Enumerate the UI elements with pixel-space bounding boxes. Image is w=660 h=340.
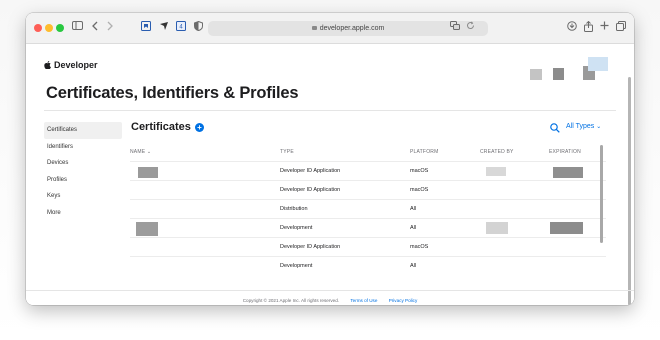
table-row[interactable]: Development All — [130, 218, 606, 237]
title-divider — [44, 110, 616, 111]
sidebar-item-identifiers[interactable]: Identifiers — [44, 139, 122, 156]
browser-window: 4 developer.apple.com Developer Certific… — [26, 13, 634, 305]
cell-type: Development — [280, 263, 313, 269]
lock-icon — [311, 26, 317, 30]
section-title: Certificates — [131, 121, 191, 133]
type-filter-label: All Types — [566, 123, 595, 130]
privacy-icon[interactable] — [191, 21, 205, 35]
cell-type: Developer ID Application — [280, 187, 341, 193]
redacted-region — [588, 57, 608, 71]
cell-platform: macOS — [410, 187, 429, 193]
page-scrollbar[interactable] — [628, 77, 631, 305]
sidebar-item-keys[interactable]: Keys — [44, 188, 122, 205]
type-filter-dropdown[interactable]: All Types ⌄ — [566, 123, 601, 130]
minimize-window-button[interactable] — [45, 24, 53, 32]
column-header-platform[interactable]: PLATFORM — [410, 149, 438, 155]
apple-logo-icon — [44, 61, 51, 69]
sidebar-item-profiles[interactable]: Profiles — [44, 172, 122, 189]
table-row[interactable]: Developer ID Application macOS — [130, 161, 606, 180]
column-header-expiration[interactable]: EXPIRATION — [549, 149, 581, 155]
footer-divider — [26, 290, 634, 291]
screenshot-stage: 4 developer.apple.com Developer Certific… — [0, 0, 660, 340]
terms-of-use-link[interactable]: Terms of Use — [350, 298, 377, 303]
cell-platform: All — [410, 206, 417, 212]
web-page: Developer Certificates, Identifiers & Pr… — [26, 44, 634, 305]
close-window-button[interactable] — [34, 24, 42, 32]
redacted-creator — [486, 167, 506, 176]
new-tab-icon[interactable] — [597, 21, 611, 35]
forward-icon[interactable] — [103, 21, 117, 35]
search-icon[interactable] — [550, 123, 560, 133]
zoom-window-button[interactable] — [56, 24, 64, 32]
share-icon[interactable] — [581, 21, 595, 35]
reader-icon[interactable]: 4 — [174, 21, 188, 35]
redacted-region — [530, 69, 542, 80]
developer-brand-label: Developer — [54, 60, 98, 70]
table-row[interactable]: Development All — [130, 256, 606, 275]
cell-platform: All — [410, 225, 417, 231]
cell-type: Developer ID Application — [280, 168, 341, 174]
table-row[interactable]: Distribution All — [130, 199, 606, 218]
page-title: Certificates, Identifiers & Profiles — [46, 84, 299, 102]
table-scrollbar[interactable] — [600, 145, 603, 243]
column-header-name[interactable]: NAME ⌄ — [130, 149, 151, 155]
developer-header[interactable]: Developer — [44, 60, 98, 70]
privacy-policy-link[interactable]: Privacy Policy — [389, 298, 418, 303]
copyright-text: Copyright © 2021 Apple Inc. All rights r… — [242, 298, 340, 303]
bookmark-icon[interactable] — [139, 21, 153, 35]
cell-platform: All — [410, 263, 417, 269]
sidebar-item-devices[interactable]: Devices — [44, 155, 122, 172]
redacted-expiration — [550, 222, 583, 234]
page-footer: Copyright © 2021 Apple Inc. All rights r… — [26, 298, 634, 303]
address-bar[interactable]: developer.apple.com — [208, 21, 488, 36]
sidebar-nav: Certificates Identifiers Devices Profile… — [44, 122, 122, 221]
add-certificate-button[interactable]: + — [195, 123, 204, 132]
cell-type: Developer ID Application — [280, 244, 341, 250]
chevron-down-icon: ⌄ — [596, 124, 602, 130]
table-row[interactable]: Developer ID Application macOS — [130, 180, 606, 199]
cell-platform: macOS — [410, 168, 429, 174]
cell-platform: macOS — [410, 244, 429, 250]
redacted-region — [553, 68, 564, 80]
address-text: developer.apple.com — [319, 25, 385, 32]
cell-type: Distribution — [280, 206, 308, 212]
browser-toolbar: 4 developer.apple.com — [26, 13, 634, 44]
reload-icon[interactable] — [463, 21, 477, 35]
cell-type: Development — [280, 225, 313, 231]
download-icon[interactable] — [565, 21, 579, 35]
sort-arrow-icon: ⌄ — [146, 149, 152, 155]
tabs-icon[interactable] — [614, 21, 628, 35]
redacted-name — [138, 167, 158, 178]
table-row[interactable]: Developer ID Application macOS — [130, 237, 606, 256]
column-header-type[interactable]: TYPE — [280, 149, 294, 155]
back-icon[interactable] — [88, 21, 102, 35]
redacted-creator — [486, 222, 508, 234]
translate-icon[interactable] — [448, 21, 462, 35]
column-header-created-by[interactable]: CREATED BY — [480, 149, 514, 155]
sidebar-item-certificates[interactable]: Certificates — [44, 122, 122, 139]
redacted-expiration — [553, 167, 583, 178]
sidebar-icon[interactable] — [70, 21, 84, 35]
sidebar-item-more[interactable]: More — [44, 205, 122, 222]
redacted-name — [136, 222, 158, 236]
extension-icon[interactable] — [157, 21, 171, 35]
